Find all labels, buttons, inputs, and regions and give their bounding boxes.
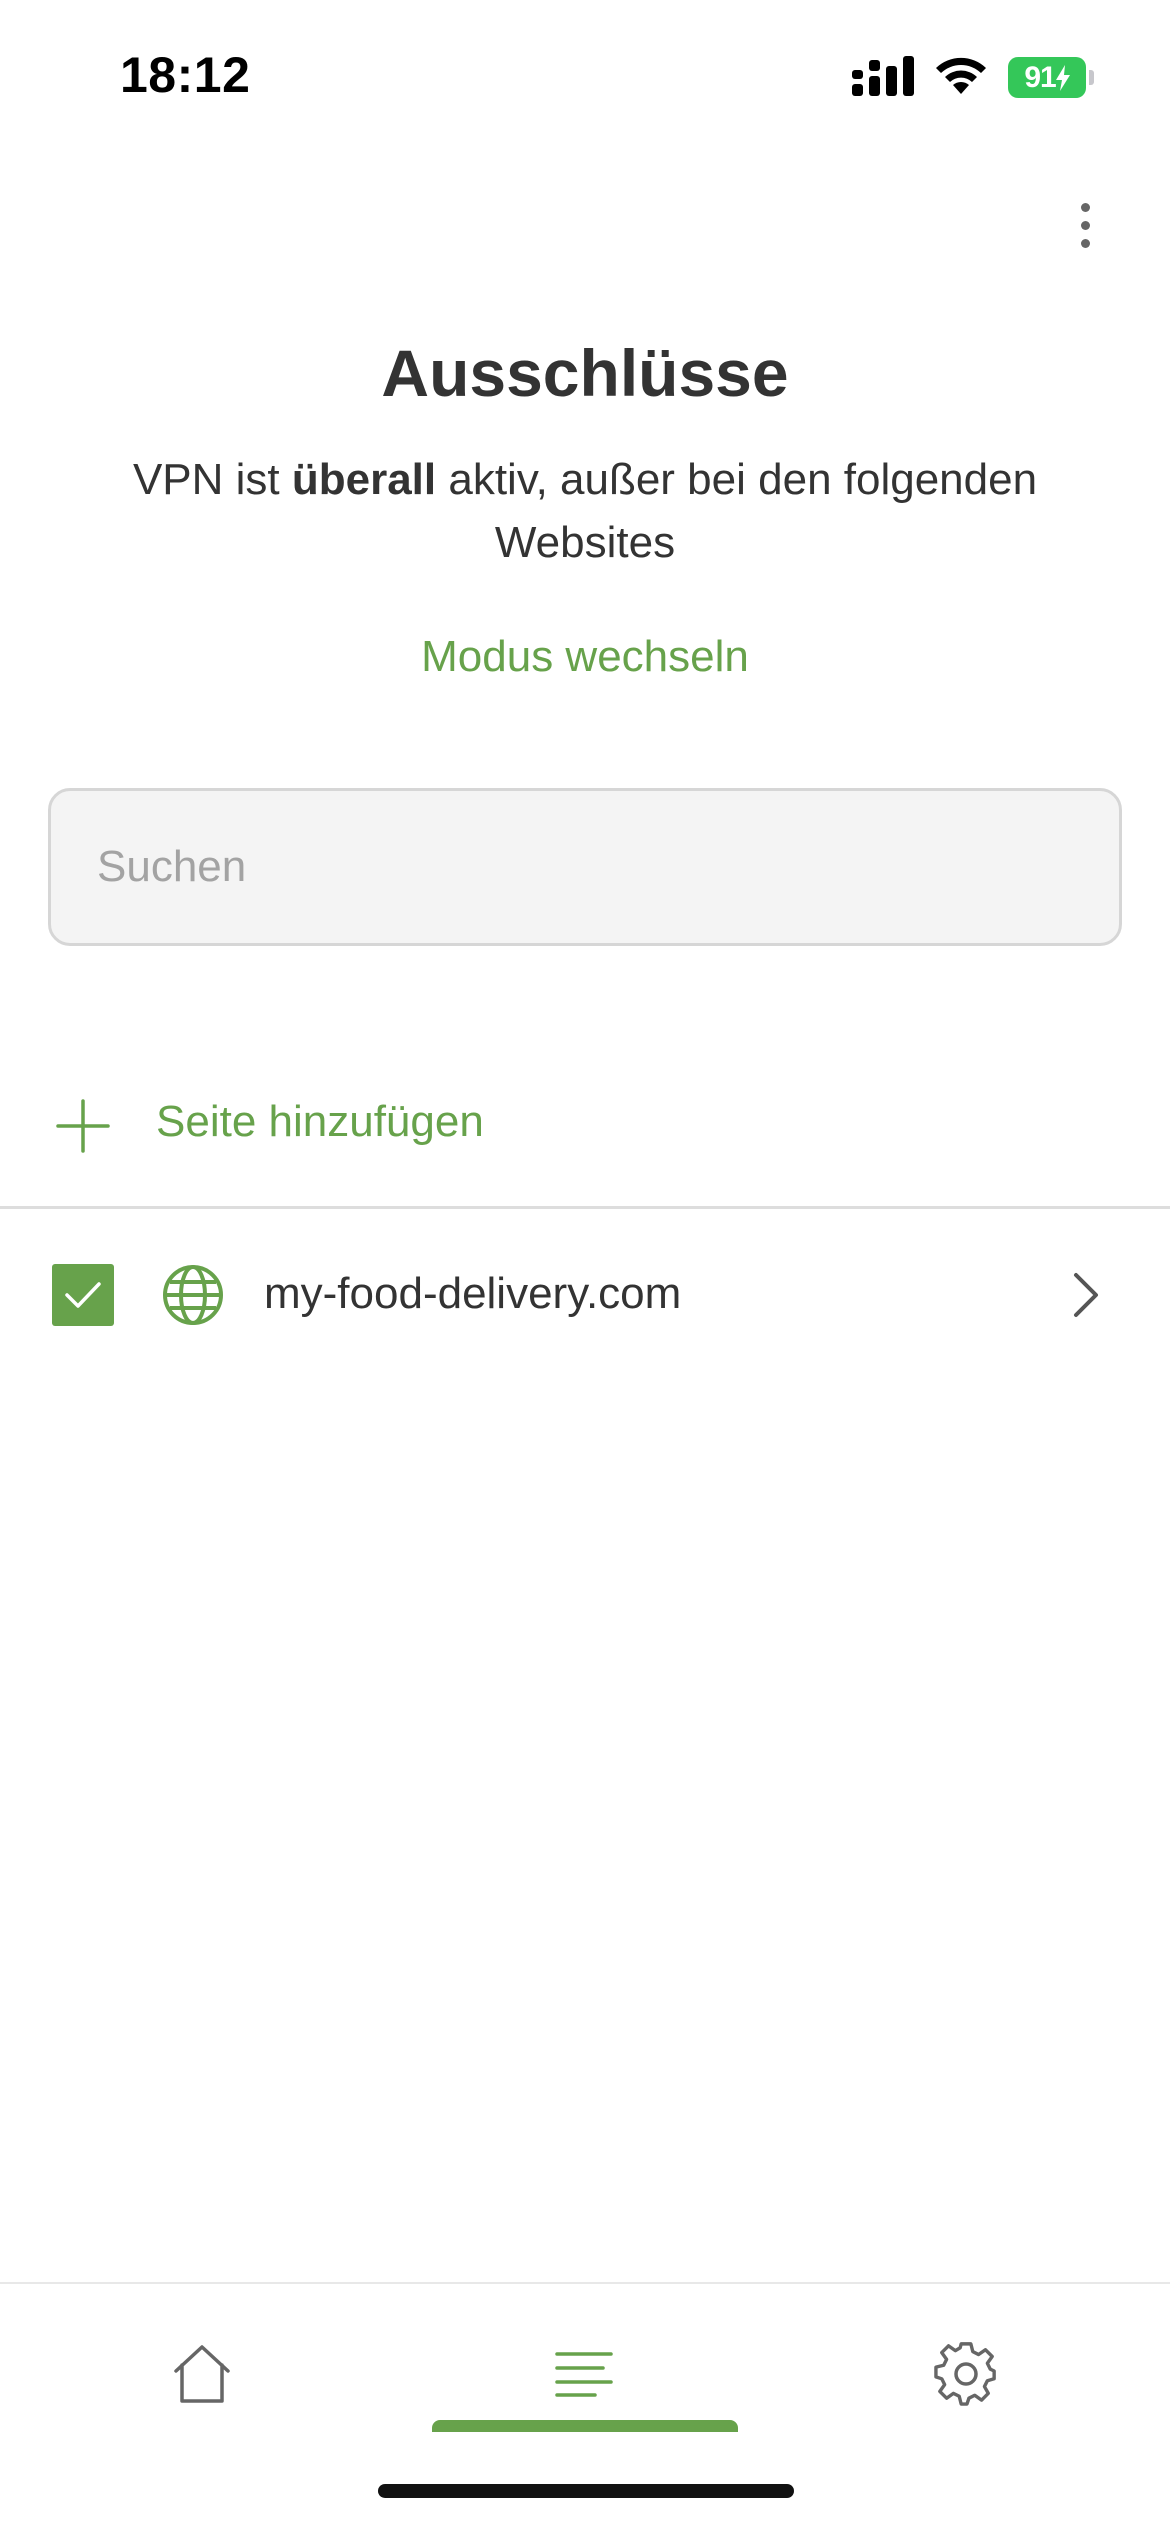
search-input[interactable] xyxy=(51,791,1119,943)
page-subtitle: VPN ist überall aktiv, außer bei den fol… xyxy=(132,455,1038,567)
wifi-icon xyxy=(936,57,986,94)
tab-home[interactable] xyxy=(142,2324,262,2424)
site-domain: my-food-delivery.com xyxy=(264,1269,682,1318)
add-site-button[interactable]: Seite hinzufügen xyxy=(0,1075,1170,1175)
subtitle-emphasis: überall xyxy=(291,455,437,504)
page-title: Ausschlüsse xyxy=(381,336,789,410)
home-indicator[interactable] xyxy=(378,2484,794,2498)
active-tab-indicator xyxy=(432,2420,738,2432)
list-item[interactable]: my-food-delivery.com xyxy=(0,1244,1170,1344)
add-site-label: Seite hinzufügen xyxy=(156,1097,484,1146)
signal-icon xyxy=(852,56,914,96)
status-bar: 18:12 91 xyxy=(0,0,1170,150)
tab-settings[interactable] xyxy=(906,2324,1026,2424)
plus-icon xyxy=(56,1099,110,1153)
more-vertical-icon[interactable] xyxy=(1060,190,1110,260)
search-field xyxy=(48,788,1122,946)
home-icon xyxy=(174,2345,230,2403)
tab-exclusions[interactable] xyxy=(524,2324,644,2424)
chevron-right-icon xyxy=(1074,1273,1098,1317)
battery-charging-icon: 91 xyxy=(1008,57,1094,98)
checkmark-icon xyxy=(65,1282,101,1308)
globe-icon xyxy=(163,1265,223,1325)
exclusions-screen: 18:12 91 Ausschlüsse VPN ist überall akt… xyxy=(0,0,1170,2532)
switch-mode-link[interactable]: Modus wechseln xyxy=(0,632,1170,682)
bolt-icon xyxy=(1055,64,1070,91)
list-icon xyxy=(555,2352,613,2397)
site-checkbox[interactable] xyxy=(52,1264,114,1326)
status-time: 18:12 xyxy=(120,47,251,103)
divider xyxy=(0,1206,1170,1209)
battery-level: 91 xyxy=(1024,60,1056,94)
gear-icon xyxy=(934,2342,996,2406)
